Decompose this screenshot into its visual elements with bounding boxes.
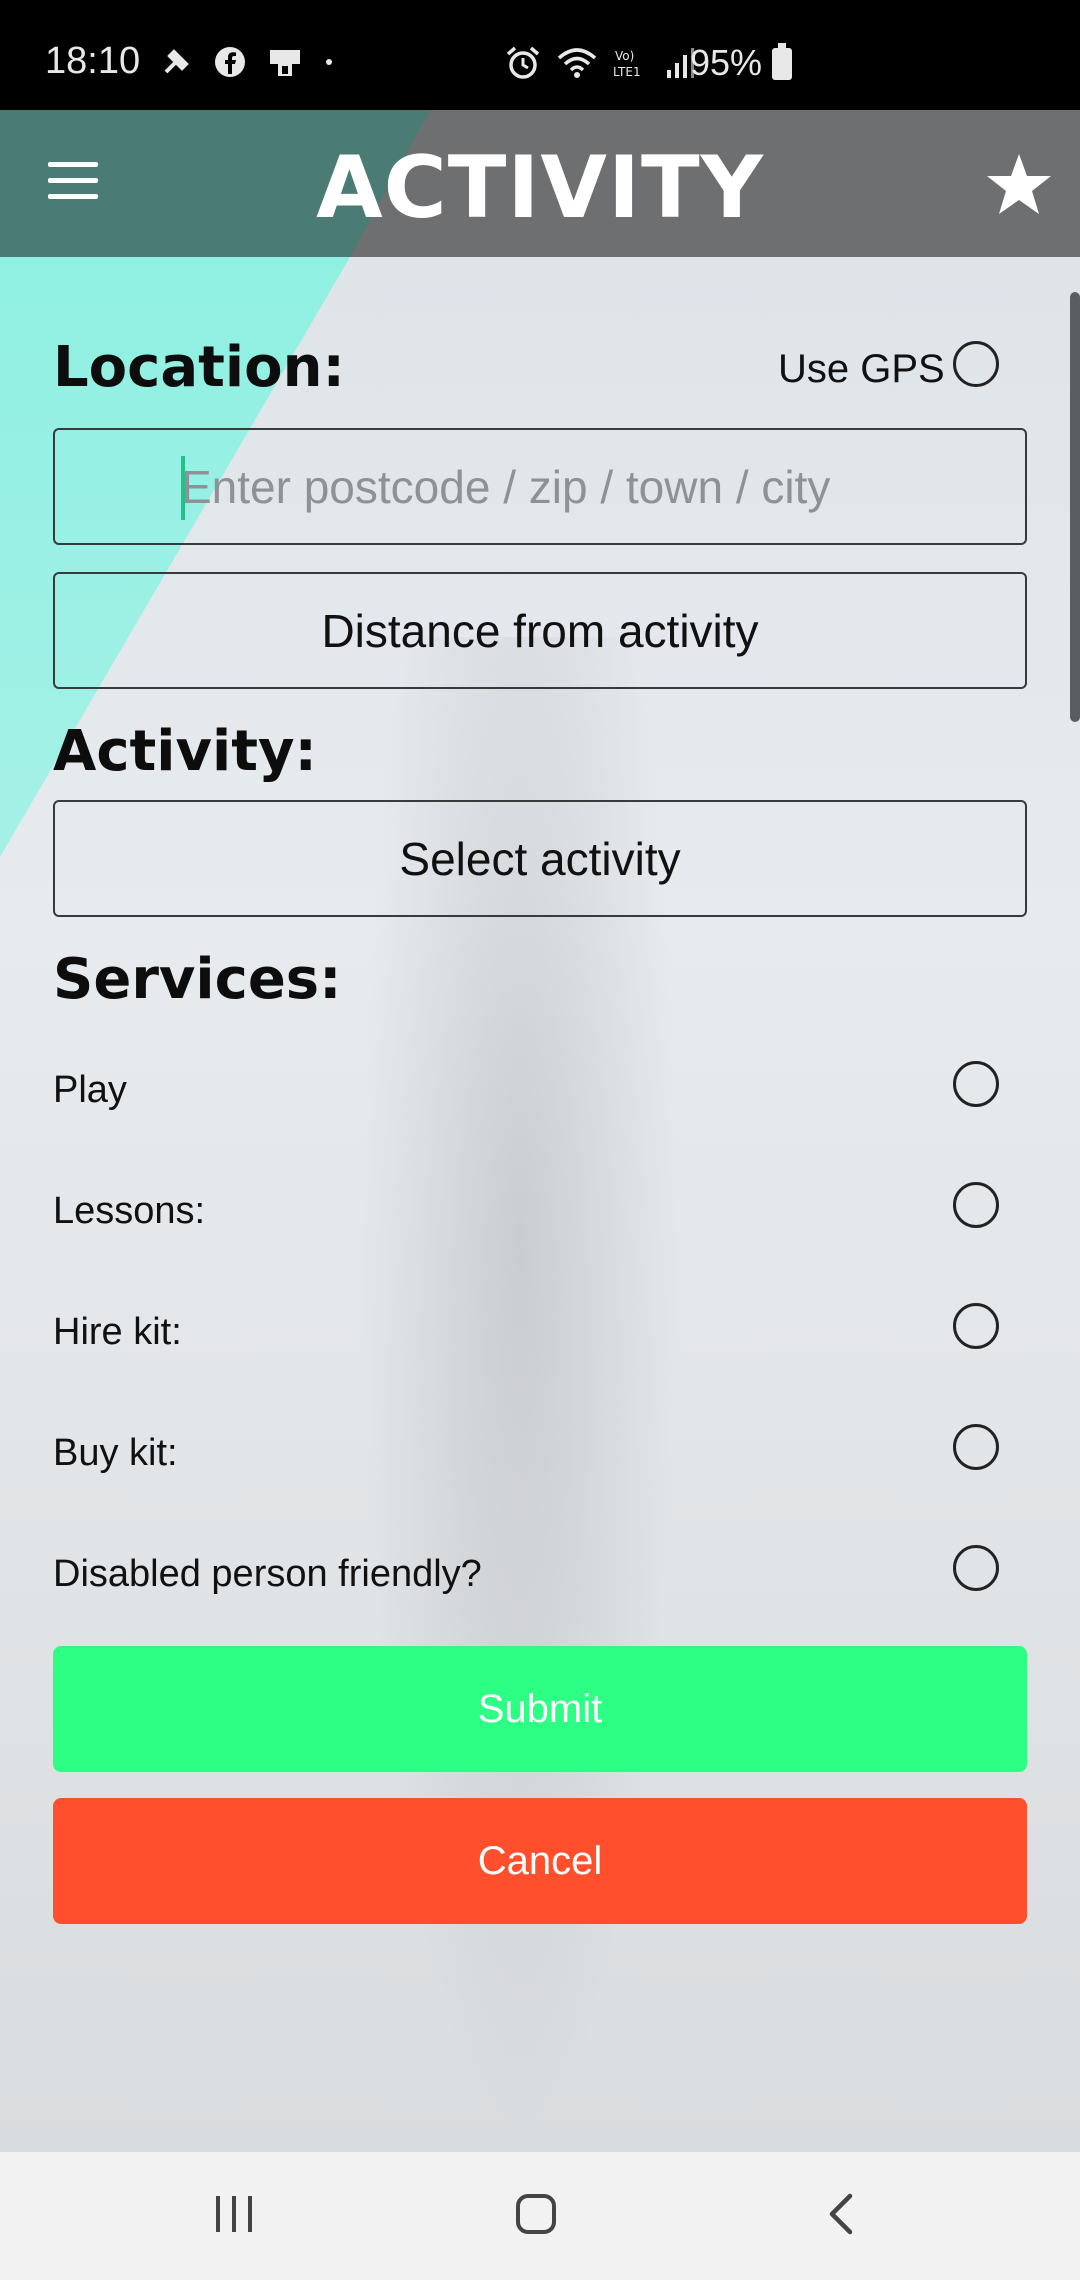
service-radio-buy-kit[interactable] [953, 1424, 999, 1470]
service-row-hire-kit[interactable]: Hire kit: [53, 1303, 1027, 1371]
service-row-lessons[interactable]: Lessons: [53, 1182, 1027, 1250]
services-heading: Services: [53, 947, 342, 1012]
text-cursor [181, 456, 185, 520]
wifi-icon [557, 48, 597, 78]
tools-icon [164, 49, 189, 74]
form-content[interactable]: Location: Use GPS Enter postcode / zip /… [0, 257, 1080, 2152]
system-icons: Vo) LTE1 [505, 46, 695, 80]
submit-button[interactable]: Submit [53, 1646, 1027, 1772]
service-row-play[interactable]: Play [53, 1061, 1027, 1129]
battery-percentage: 95% [690, 42, 763, 83]
dot-icon [326, 59, 332, 65]
svg-text:Vo): Vo) [615, 49, 634, 63]
distance-selector[interactable]: Distance from activity [53, 572, 1027, 689]
clipboard-icon [270, 50, 300, 76]
location-heading: Location: [53, 335, 345, 400]
status-bar: 18:10 Vo) LTE1 95% [0, 0, 1080, 110]
distance-label: Distance from activity [321, 604, 759, 657]
service-radio-hire-kit[interactable] [953, 1303, 999, 1349]
activity-select-label: Select activity [399, 832, 681, 885]
activity-selector[interactable]: Select activity [53, 800, 1027, 917]
use-gps-radio[interactable] [953, 341, 999, 387]
battery-icon [772, 43, 792, 80]
back-icon[interactable] [820, 2192, 864, 2236]
service-radio-play[interactable] [953, 1061, 999, 1107]
service-row-buy-kit[interactable]: Buy kit: [53, 1424, 1027, 1492]
service-radio-disabled-friendly[interactable] [953, 1545, 999, 1591]
location-input-placeholder: Enter postcode / zip / town / city [181, 460, 831, 513]
status-time: 18:10 [45, 40, 141, 82]
home-icon[interactable] [514, 2192, 558, 2236]
cancel-button[interactable]: Cancel [53, 1798, 1027, 1924]
system-nav-bar [0, 2152, 1080, 2280]
service-label: Play [53, 1069, 127, 1111]
activity-heading: Activity: [53, 719, 317, 784]
recent-apps-icon[interactable] [212, 2192, 256, 2236]
scrollbar[interactable] [1070, 292, 1080, 722]
star-icon[interactable] [985, 150, 1053, 218]
service-label: Lessons: [53, 1190, 206, 1232]
alarm-icon [506, 46, 540, 79]
notification-icons [160, 46, 334, 78]
app-bar: ACTIVITY [0, 110, 1080, 257]
service-radio-lessons[interactable] [953, 1182, 999, 1228]
service-row-disabled-friendly[interactable]: Disabled person friendly? [53, 1545, 1027, 1613]
volte-lte-icon: Vo) LTE1 [613, 49, 641, 79]
facebook-icon [215, 47, 245, 77]
service-label: Buy kit: [53, 1432, 178, 1474]
use-gps-label: Use GPS [778, 347, 945, 391]
location-input[interactable]: Enter postcode / zip / town / city [53, 428, 1027, 545]
svg-text:LTE1: LTE1 [613, 65, 641, 79]
service-label: Hire kit: [53, 1311, 182, 1353]
service-label: Disabled person friendly? [53, 1553, 482, 1595]
page-title: ACTIVITY [316, 138, 764, 238]
